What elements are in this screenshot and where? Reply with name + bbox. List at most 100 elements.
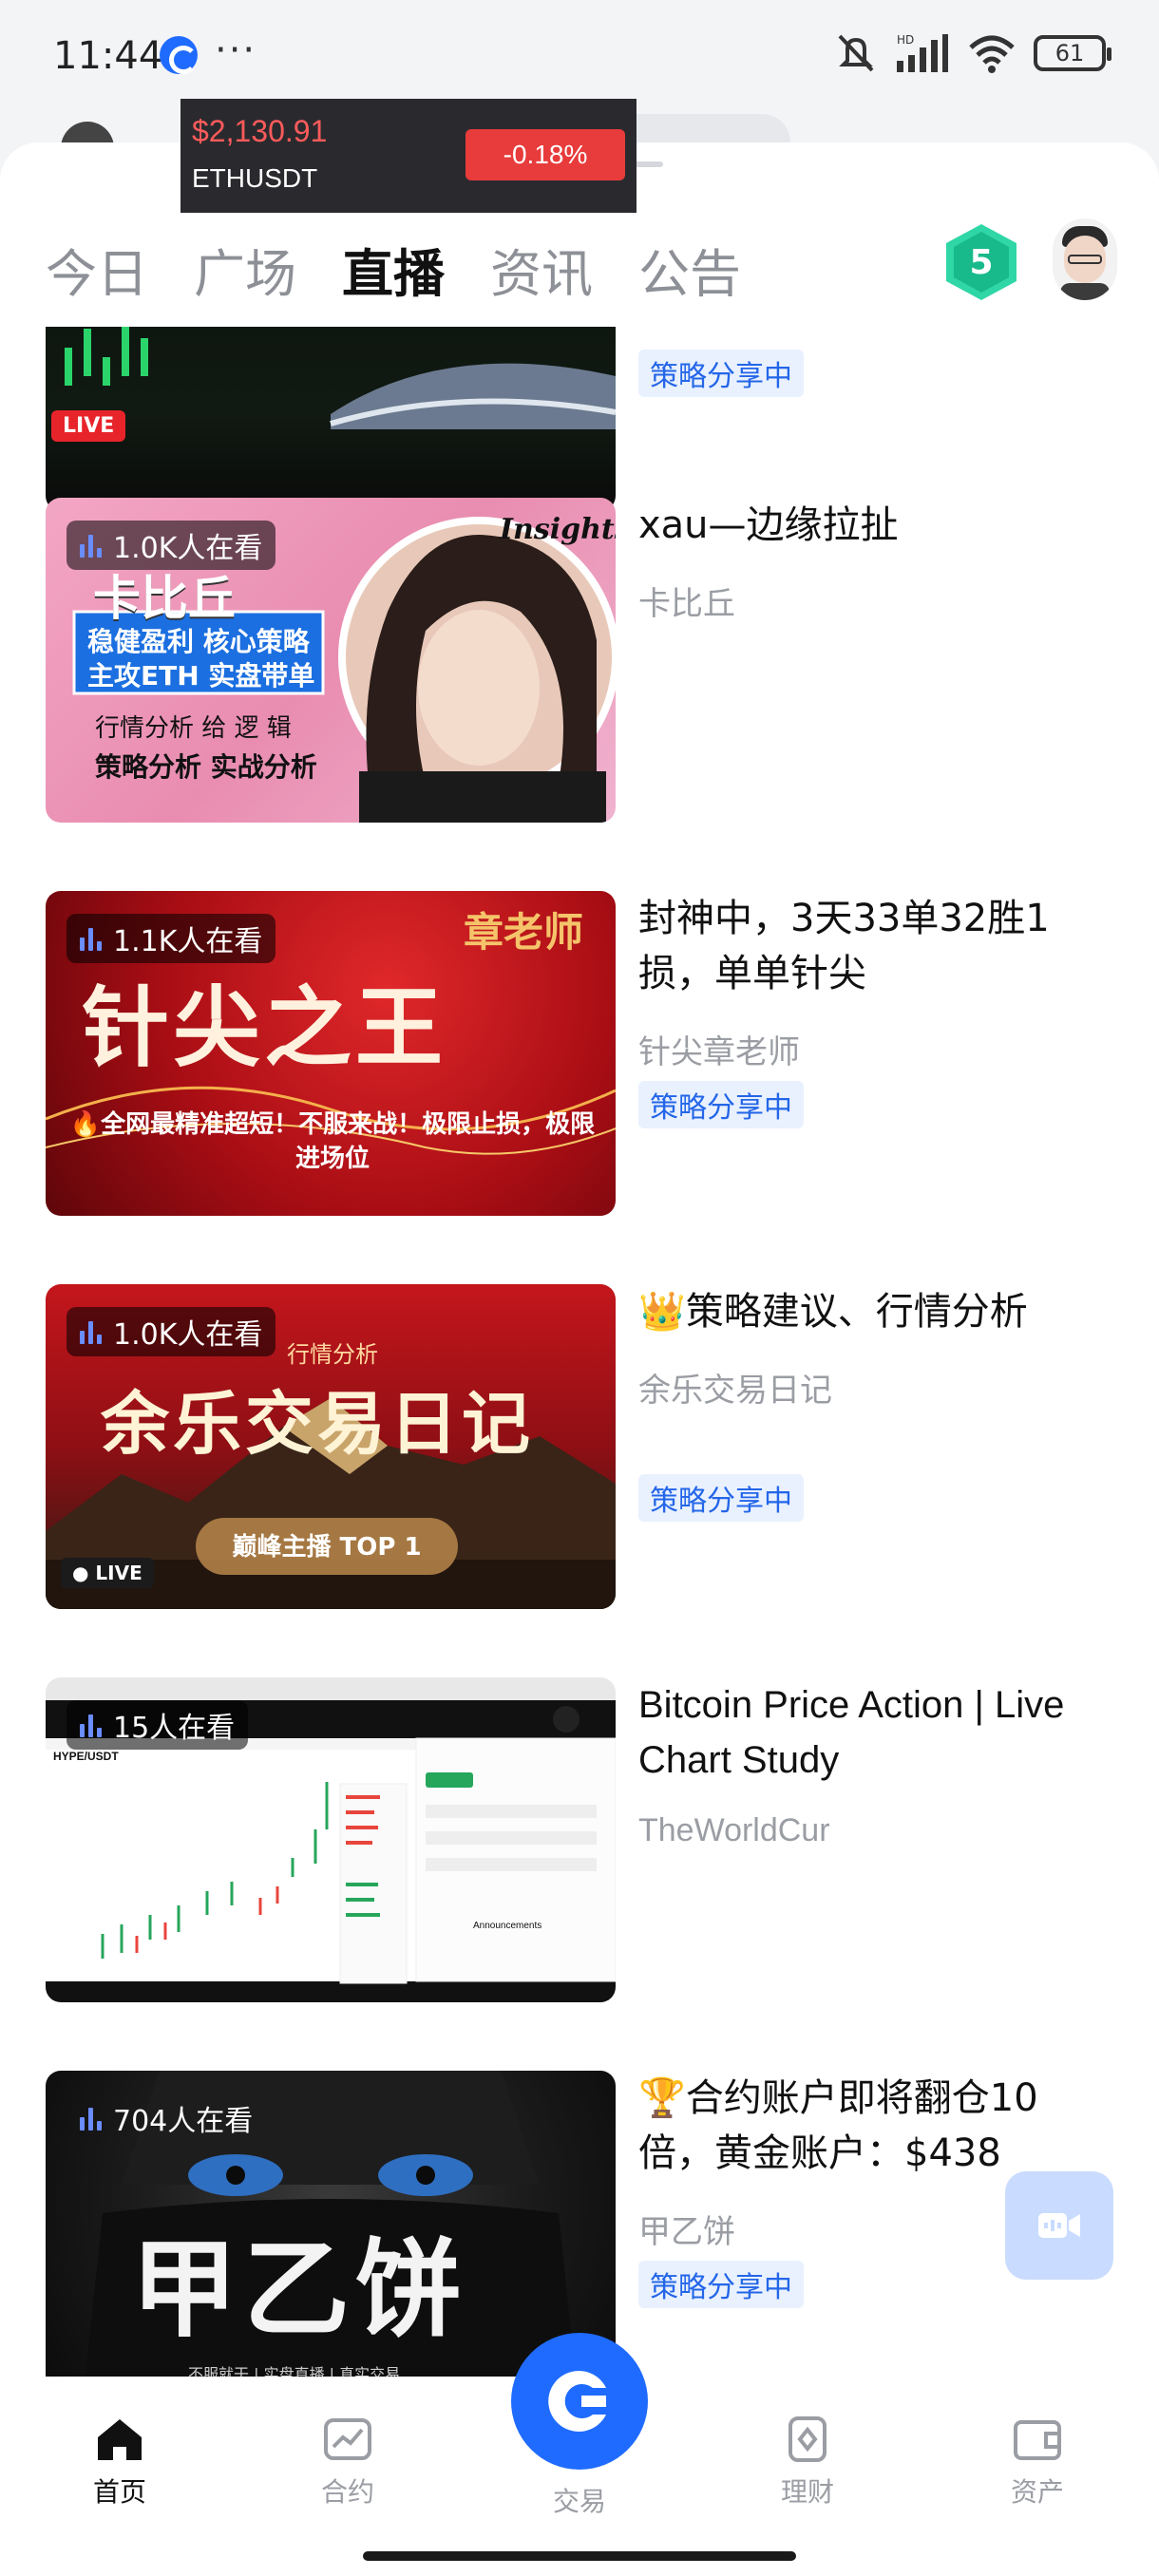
tab-live[interactable]: 直播 xyxy=(342,232,445,307)
video-camera-icon xyxy=(1038,2213,1080,2238)
stream-tag: 策略分享中 xyxy=(638,1081,804,1128)
bottom-navigation: 首页 合约 交易 理财 资产 xyxy=(0,2333,1159,2576)
stream-thumbnail: 卡比丘 稳健盈利 核心策略 主攻ETH 实盘带单 行情分析 给 逻 辑 策略分析… xyxy=(46,498,616,823)
viewer-count-label: 15人在看 xyxy=(113,1712,236,1745)
stream-author: 甲乙饼 xyxy=(638,2213,735,2251)
viewer-count-label: 704人在看 xyxy=(113,2105,254,2138)
category-tabs: 今日 广场 直播 资讯 公告 5 xyxy=(0,203,1159,327)
stream-tag: 策略分享中 xyxy=(638,1474,804,1522)
nav-futures-label: 合约 xyxy=(320,2476,374,2508)
nav-assets[interactable]: 资产 xyxy=(961,2416,1113,2510)
network-type-label: HD xyxy=(897,33,914,47)
stream-thumbnail: 行情分析 余乐交易日记 巅峰主播 TOP 1 ● LIVE 1.0K人在看 xyxy=(46,1284,616,1609)
thumb-panel: Announcements xyxy=(473,1921,542,1931)
nav-trade-label[interactable]: 交易 xyxy=(513,2481,646,2519)
tab-square[interactable]: 广场 xyxy=(194,232,296,307)
thumb-line1: 稳健盈利 核心策略 xyxy=(87,626,310,657)
thumb-line1: 🔥全网最精准超短！不服来战！极限止损，极限进场位 xyxy=(69,1110,596,1173)
stream-author: 针尖章老师 xyxy=(638,1033,800,1071)
app-notification-icon xyxy=(160,36,198,74)
thumb-line4: 策略分析 实战分析 xyxy=(95,751,317,783)
stream-title: Bitcoin Price Action | Live Chart Study xyxy=(638,1684,1065,1781)
battery-icon: 61 xyxy=(1034,35,1112,71)
stream-card[interactable]: 卡比丘 稳健盈利 核心策略 主攻ETH 实盘带单 行情分析 给 逻 辑 策略分析… xyxy=(46,498,1113,823)
live-bars-icon xyxy=(80,926,102,951)
stream-card[interactable]: 甲乙饼 不服就干 | 实盘直播 | 真实交易 704人在看 🏆合约账户即将翻仓1… xyxy=(46,2071,1113,2377)
live-bars-icon xyxy=(80,533,102,558)
home-indicator[interactable] xyxy=(363,2551,796,2561)
stream-tag: 策略分享中 xyxy=(638,350,804,397)
nav-trade-button[interactable] xyxy=(511,2333,648,2470)
stream-thumbnail: 甲乙饼 不服就干 | 实盘直播 | 真实交易 704人在看 xyxy=(46,2071,616,2377)
thumb-corner: 章老师 xyxy=(464,909,584,956)
stream-thumbnail: LIVE xyxy=(46,327,616,511)
nav-finance-label: 理财 xyxy=(780,2476,834,2508)
stream-tag: 策略分享中 xyxy=(638,2261,804,2308)
ticker-symbol: ETHUSDT xyxy=(192,163,318,193)
viewer-count: 1.0K人在看 xyxy=(66,521,276,570)
thumb-pair: HYPE/USDT xyxy=(53,1750,119,1763)
live-stream-feed: LIVE 策略分享中 卡比丘 稳健盈利 核心策略 主攻ETH 实盘带单 行情分析… xyxy=(0,327,1159,2377)
stream-card[interactable]: 行情分析 余乐交易日记 巅峰主播 TOP 1 ● LIVE 1.0K人在看 👑策… xyxy=(46,1284,1113,1609)
status-time: 11:44 xyxy=(53,34,163,78)
tab-announcements[interactable]: 公告 xyxy=(638,232,741,307)
viewer-count-label: 1.0K人在看 xyxy=(113,1318,263,1352)
price-ticker-overlay[interactable]: $2,130.91 ETHUSDT -0.18% xyxy=(180,99,636,213)
viewer-count: 1.1K人在看 xyxy=(66,914,276,963)
stream-author: TheWorldCur xyxy=(638,1812,830,1848)
stream-card[interactable]: 针尖之王 章老师 🔥全网最精准超短！不服来战！极限止损，极限进场位 1.1K人在… xyxy=(46,891,1113,1216)
trade-logo-icon xyxy=(548,2371,606,2432)
thumb-corner: Insights xyxy=(500,513,616,546)
viewer-count-label: 1.0K人在看 xyxy=(113,532,263,565)
viewer-count: 15人在看 xyxy=(66,1700,249,1750)
assets-wallet-icon xyxy=(1014,2420,1061,2460)
stream-card[interactable]: HYPE/USDT Announcements 15人在看 Bitcoin Pr… xyxy=(46,1677,1113,2002)
thumb-name: 余乐交易日记 xyxy=(101,1384,535,1464)
thumb-line2: 主攻ETH 实盘带单 xyxy=(87,660,315,691)
stream-author: 卡比丘 xyxy=(638,585,735,623)
live-bars-icon xyxy=(80,1319,102,1344)
live-bars-icon xyxy=(80,1713,102,1737)
ticker-price: $2,130.91 xyxy=(192,114,328,148)
status-bar: 11:44 ··· HD 61 xyxy=(0,0,1159,114)
home-icon xyxy=(98,2419,142,2460)
signal-icon: HD xyxy=(895,32,950,74)
viewer-count: 1.0K人在看 xyxy=(66,1307,276,1356)
live-badge: ● LIVE xyxy=(61,1558,154,1588)
stream-title: 封神中，3天33单32胜1损，单单针尖 xyxy=(638,897,1050,995)
thumb-sub: 不服就干 | 实盘直播 | 真实交易 xyxy=(188,2365,401,2377)
finance-icon xyxy=(788,2416,826,2462)
stream-thumbnail: 针尖之王 章老师 🔥全网最精准超短！不服来战！极限止损，极限进场位 1.1K人在… xyxy=(46,891,616,1216)
more-notifications-icon: ··· xyxy=(215,28,257,72)
thumb-pill: 巅峰主播 TOP 1 xyxy=(232,1533,422,1562)
futures-chart-icon xyxy=(324,2418,371,2460)
thumb-name: 甲乙饼 xyxy=(131,2227,467,2352)
stream-title: xau—边缘拉扯 xyxy=(638,503,899,547)
start-live-video-button[interactable] xyxy=(1005,2171,1113,2280)
ticker-change-badge: -0.18% xyxy=(466,129,625,180)
nav-home-label: 首页 xyxy=(92,2476,146,2508)
app-root: 11:44 ··· HD 61 $2,130.91 ETHUSDT -0.18%… xyxy=(0,0,1159,2576)
nav-home[interactable]: 首页 xyxy=(44,2416,196,2510)
thumb-line3: 行情分析 给 逻 辑 xyxy=(95,714,292,743)
thumb-name: 卡比丘 xyxy=(93,571,236,626)
nav-finance[interactable]: 理财 xyxy=(732,2416,884,2510)
tab-news[interactable]: 资讯 xyxy=(490,232,593,307)
thumb-small: 行情分析 xyxy=(287,1341,378,1368)
wifi-icon xyxy=(967,32,1016,74)
thumb-name: 针尖之王 xyxy=(82,976,447,1079)
live-bars-icon xyxy=(80,2106,102,2131)
stream-title: 👑策略建议、行情分析 xyxy=(638,1290,1028,1334)
nav-assets-label: 资产 xyxy=(1010,2476,1064,2508)
user-avatar[interactable] xyxy=(1053,218,1117,300)
mute-icon xyxy=(834,32,878,74)
viewer-count-label: 1.1K人在看 xyxy=(113,925,263,958)
viewer-count: 704人在看 xyxy=(66,2093,266,2143)
level-badge[interactable]: 5 xyxy=(946,224,1016,300)
status-icons: HD 61 xyxy=(834,32,1112,74)
stream-author: 余乐交易日记 xyxy=(638,1372,832,1410)
stream-card-partial[interactable]: LIVE 策略分享中 xyxy=(46,327,1113,511)
live-badge: LIVE xyxy=(51,410,126,442)
tab-today[interactable]: 今日 xyxy=(46,232,148,307)
nav-futures[interactable]: 合约 xyxy=(272,2416,424,2510)
